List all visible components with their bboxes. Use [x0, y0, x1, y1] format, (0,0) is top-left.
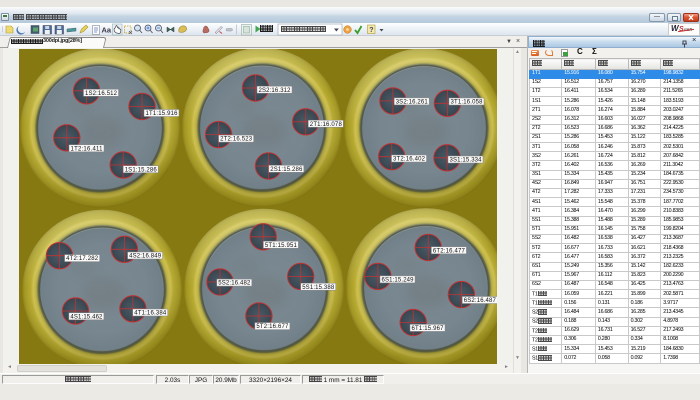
svg-text:1S1:15.286: 1S1:15.286 [125, 167, 158, 173]
svg-text:4S2:16.849: 4S2:16.849 [129, 254, 162, 260]
svg-text:3T1:16.058: 3T1:16.058 [451, 100, 484, 106]
svg-text:?: ? [369, 27, 373, 34]
svg-text:1S2:16.512: 1S2:16.512 [85, 91, 118, 97]
svg-text:6T2:16.477: 6T2:16.477 [433, 248, 466, 254]
svg-text:3S2:16.261: 3S2:16.261 [396, 100, 429, 106]
svg-text:1T1:15.916: 1T1:15.916 [146, 111, 179, 117]
svg-text:2S1:15.286: 2S1:15.286 [270, 167, 303, 173]
svg-text:Aa: Aa [102, 26, 112, 35]
svg-text:5S1:15.388: 5S1:15.388 [302, 285, 335, 291]
svg-text:5S2:16.482: 5S2:16.482 [218, 281, 251, 287]
svg-text:6S2:16.487: 6S2:16.487 [464, 298, 497, 304]
svg-text:6S1:15.249: 6S1:15.249 [382, 278, 415, 284]
svg-text:2T2:16.523: 2T2:16.523 [220, 137, 253, 143]
svg-text:3S1:15.334: 3S1:15.334 [450, 158, 483, 164]
svg-text:4S1:15.462: 4S1:15.462 [70, 314, 103, 320]
svg-text:2T1:16.078: 2T1:16.078 [310, 122, 343, 128]
svg-text:3T2:16.402: 3T2:16.402 [393, 157, 426, 163]
svg-text:5T2:16.677: 5T2:16.677 [256, 324, 289, 330]
svg-text:4T2:17.282: 4T2:17.282 [66, 256, 99, 262]
svg-text:1T2:16.411: 1T2:16.411 [71, 146, 104, 152]
svg-text:2S2:16.312: 2S2:16.312 [259, 88, 292, 94]
svg-text:4T1:16.384: 4T1:16.384 [134, 311, 167, 317]
svg-text:5T1:15.951: 5T1:15.951 [265, 243, 298, 249]
svg-text:6T1:15.967: 6T1:15.967 [412, 326, 445, 332]
